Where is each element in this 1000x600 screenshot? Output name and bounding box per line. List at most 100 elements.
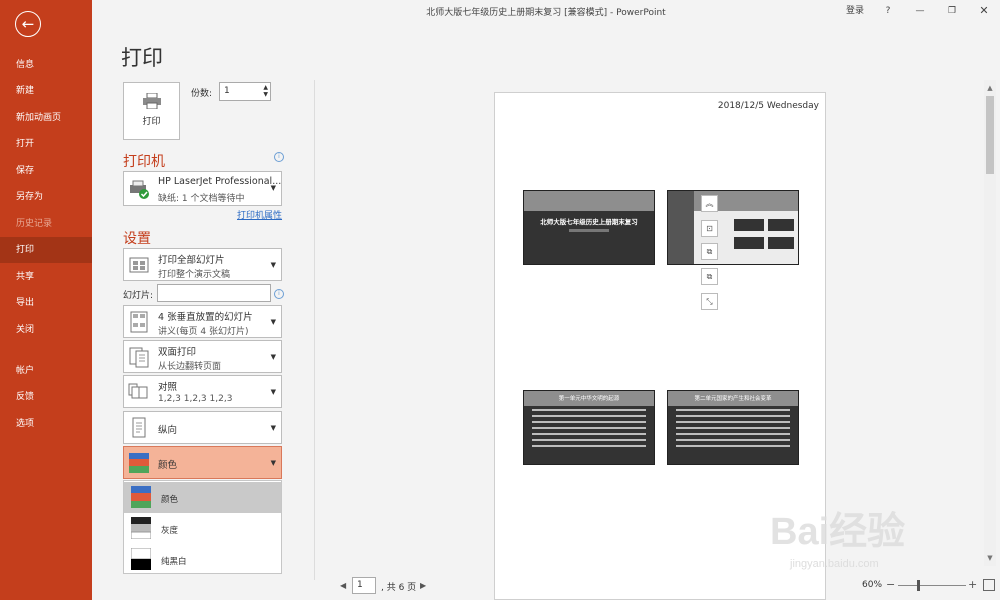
printer-icon: [130, 180, 149, 199]
slides-range-dropdown[interactable]: 打印全部幻灯片 打印整个演示文稿 ▼: [123, 248, 282, 281]
info-icon[interactable]: i: [274, 152, 284, 162]
watermark-logo: Bai经验: [770, 511, 906, 553]
duplex-sub: 从长边翻转页面: [158, 362, 222, 372]
nav-save-as[interactable]: 另存为: [0, 184, 92, 210]
layout-main: 4 张垂直放置的幻灯片: [158, 312, 253, 323]
slides-label: 幻灯片:: [123, 291, 154, 301]
zoom-level[interactable]: 60%: [862, 580, 882, 590]
nav-open[interactable]: 打开: [0, 131, 92, 157]
orientation-dropdown[interactable]: 纵向 ▼: [123, 411, 282, 444]
date-header: 2018/12/5 Wednesday: [717, 101, 819, 111]
page-title: 打印: [121, 46, 163, 70]
slides-range-main: 打印全部幻灯片: [158, 255, 225, 266]
watermark-url: jingyan.baidu.com: [790, 558, 879, 570]
print-button[interactable]: 打印: [123, 82, 180, 140]
zoom-out-icon[interactable]: −: [886, 578, 895, 591]
layout-sub: 讲义(每页 4 张幻灯片): [158, 327, 249, 337]
grayscale-option-label: 灰度: [161, 526, 179, 536]
chevron-down-icon: ▼: [270, 353, 276, 361]
copies-label: 份数:: [191, 89, 213, 99]
collate-main: 对照: [158, 382, 178, 393]
nav-close[interactable]: 关闭: [0, 317, 92, 343]
nav-history: 历史记录: [16, 219, 53, 229]
collate-dropdown[interactable]: 对照 1,2,3 1,2,3 1,2,3 ▼: [123, 375, 282, 408]
nav-export[interactable]: 导出: [0, 290, 92, 316]
slide-3-header: 第一单元中华文明的起源: [558, 396, 620, 402]
scroll-down-icon[interactable]: ▼: [984, 552, 996, 564]
color-options-menu: 颜色 灰度 纯黑白: [123, 480, 282, 574]
portrait-icon: [132, 417, 146, 438]
nav-print[interactable]: 打印: [0, 237, 92, 263]
scroll-up-icon[interactable]: ▲: [984, 82, 996, 94]
info-icon[interactable]: i: [274, 289, 284, 299]
nav-share[interactable]: 共享: [0, 264, 92, 290]
nav-options[interactable]: 选项: [0, 411, 92, 437]
zoom-slider[interactable]: [898, 585, 966, 586]
resize-icon[interactable]: ⤡: [701, 293, 718, 310]
duplex-dropdown[interactable]: 双面打印 从长边翻转页面 ▼: [123, 340, 282, 373]
nav-new-animation-page[interactable]: 新加动画页: [0, 105, 92, 131]
fit-to-window-icon[interactable]: [983, 579, 995, 591]
print-button-label: 打印: [142, 117, 161, 127]
page-number-input[interactable]: 1: [352, 577, 376, 594]
copies-value: 1: [224, 86, 230, 96]
color-palette-icon: [129, 453, 149, 473]
copies-spinner[interactable]: ▲ ▼: [263, 84, 268, 98]
collate-sub: 1,2,3 1,2,3 1,2,3: [158, 394, 233, 404]
scrollbar-thumb[interactable]: [986, 96, 994, 174]
previous-page-icon[interactable]: ◀: [340, 581, 346, 590]
slides-input[interactable]: [157, 284, 271, 302]
help-button[interactable]: ?: [872, 3, 904, 19]
move-up-icon[interactable]: ︽: [701, 195, 718, 212]
next-page-icon[interactable]: ▶: [420, 581, 426, 590]
zoom-slider-thumb[interactable]: [917, 580, 920, 591]
slide-thumbnail-4: 第二单元国家的产生和社会变革: [667, 390, 799, 465]
chevron-down-icon: ▼: [270, 184, 276, 192]
color-option-color[interactable]: 颜色: [124, 482, 281, 513]
printer-dropdown[interactable]: HP LaserJet Professional... 缺纸: 1 个文档等待中…: [123, 171, 282, 206]
copies-input[interactable]: 1 ▲ ▼: [219, 82, 271, 101]
color-option-grayscale[interactable]: 灰度: [124, 513, 281, 544]
chevron-down-icon: ▼: [270, 424, 276, 432]
nav-account[interactable]: 帐户: [0, 358, 92, 384]
restore-button[interactable]: ❐: [936, 3, 968, 19]
minimize-button[interactable]: —: [904, 3, 936, 19]
layout-dropdown[interactable]: 4 张垂直放置的幻灯片 讲义(每页 4 张幻灯片) ▼: [123, 305, 282, 338]
slides-stack-icon: [129, 257, 149, 273]
printer-heading: 打印机: [123, 154, 165, 170]
panel-divider: [314, 80, 315, 580]
settings-heading: 设置: [123, 231, 151, 247]
printer-status: 缺纸: 1 个文档等待中: [158, 194, 245, 204]
printer-name: HP LaserJet Professional...: [158, 176, 282, 187]
black-white-option-label: 纯黑白: [161, 557, 187, 567]
slide-4-header: 第二单元国家的产生和社会变革: [694, 396, 772, 402]
close-button[interactable]: ✕: [968, 3, 1000, 19]
printer-icon: [143, 93, 161, 109]
color-option-black-white[interactable]: 纯黑白: [124, 544, 281, 575]
crop-icon[interactable]: ⊡: [701, 220, 718, 237]
nav-new[interactable]: 新建: [0, 78, 92, 104]
back-arrow-icon[interactable]: ←: [15, 11, 41, 37]
chevron-down-icon: ▼: [270, 459, 276, 467]
nav-feedback[interactable]: 反馈: [0, 384, 92, 410]
nav-info[interactable]: 信息: [0, 52, 92, 78]
slide-thumbnail-1: 北师大版七年级历史上册期末复习: [523, 190, 655, 265]
title-bar: 北师大版七年级历史上册期末复习 [兼容模式] - PowerPoint 登录 ?…: [92, 0, 1000, 22]
chevron-down-icon: ▼: [270, 318, 276, 326]
slide-thumbnail-2: [667, 190, 799, 265]
handout-layout-icon: [130, 311, 148, 333]
nav-save[interactable]: 保存: [0, 158, 92, 184]
color-palette-icon: [131, 486, 151, 508]
slide-1-title: 北师大版七年级历史上册期末复习: [540, 218, 638, 226]
zoom-in-icon[interactable]: +: [968, 578, 977, 591]
login-link[interactable]: 登录: [838, 3, 872, 19]
collate-icon: [128, 383, 148, 399]
slides-range-sub: 打印整个演示文稿: [158, 270, 231, 280]
copy-icon[interactable]: ⧉: [701, 268, 718, 285]
color-option-label: 颜色: [161, 495, 179, 505]
slide-thumbnail-3: 第一单元中华文明的起源: [523, 390, 655, 465]
printer-properties-link[interactable]: 打印机属性: [237, 208, 282, 221]
color-dropdown[interactable]: 颜色 ▼: [123, 446, 282, 479]
layers-icon[interactable]: ⧉: [701, 243, 718, 260]
backstage-sidebar: ← 信息 新建 新加动画页 打开 保存 另存为 历史记录 打印 共享 导出 关闭…: [0, 0, 92, 600]
